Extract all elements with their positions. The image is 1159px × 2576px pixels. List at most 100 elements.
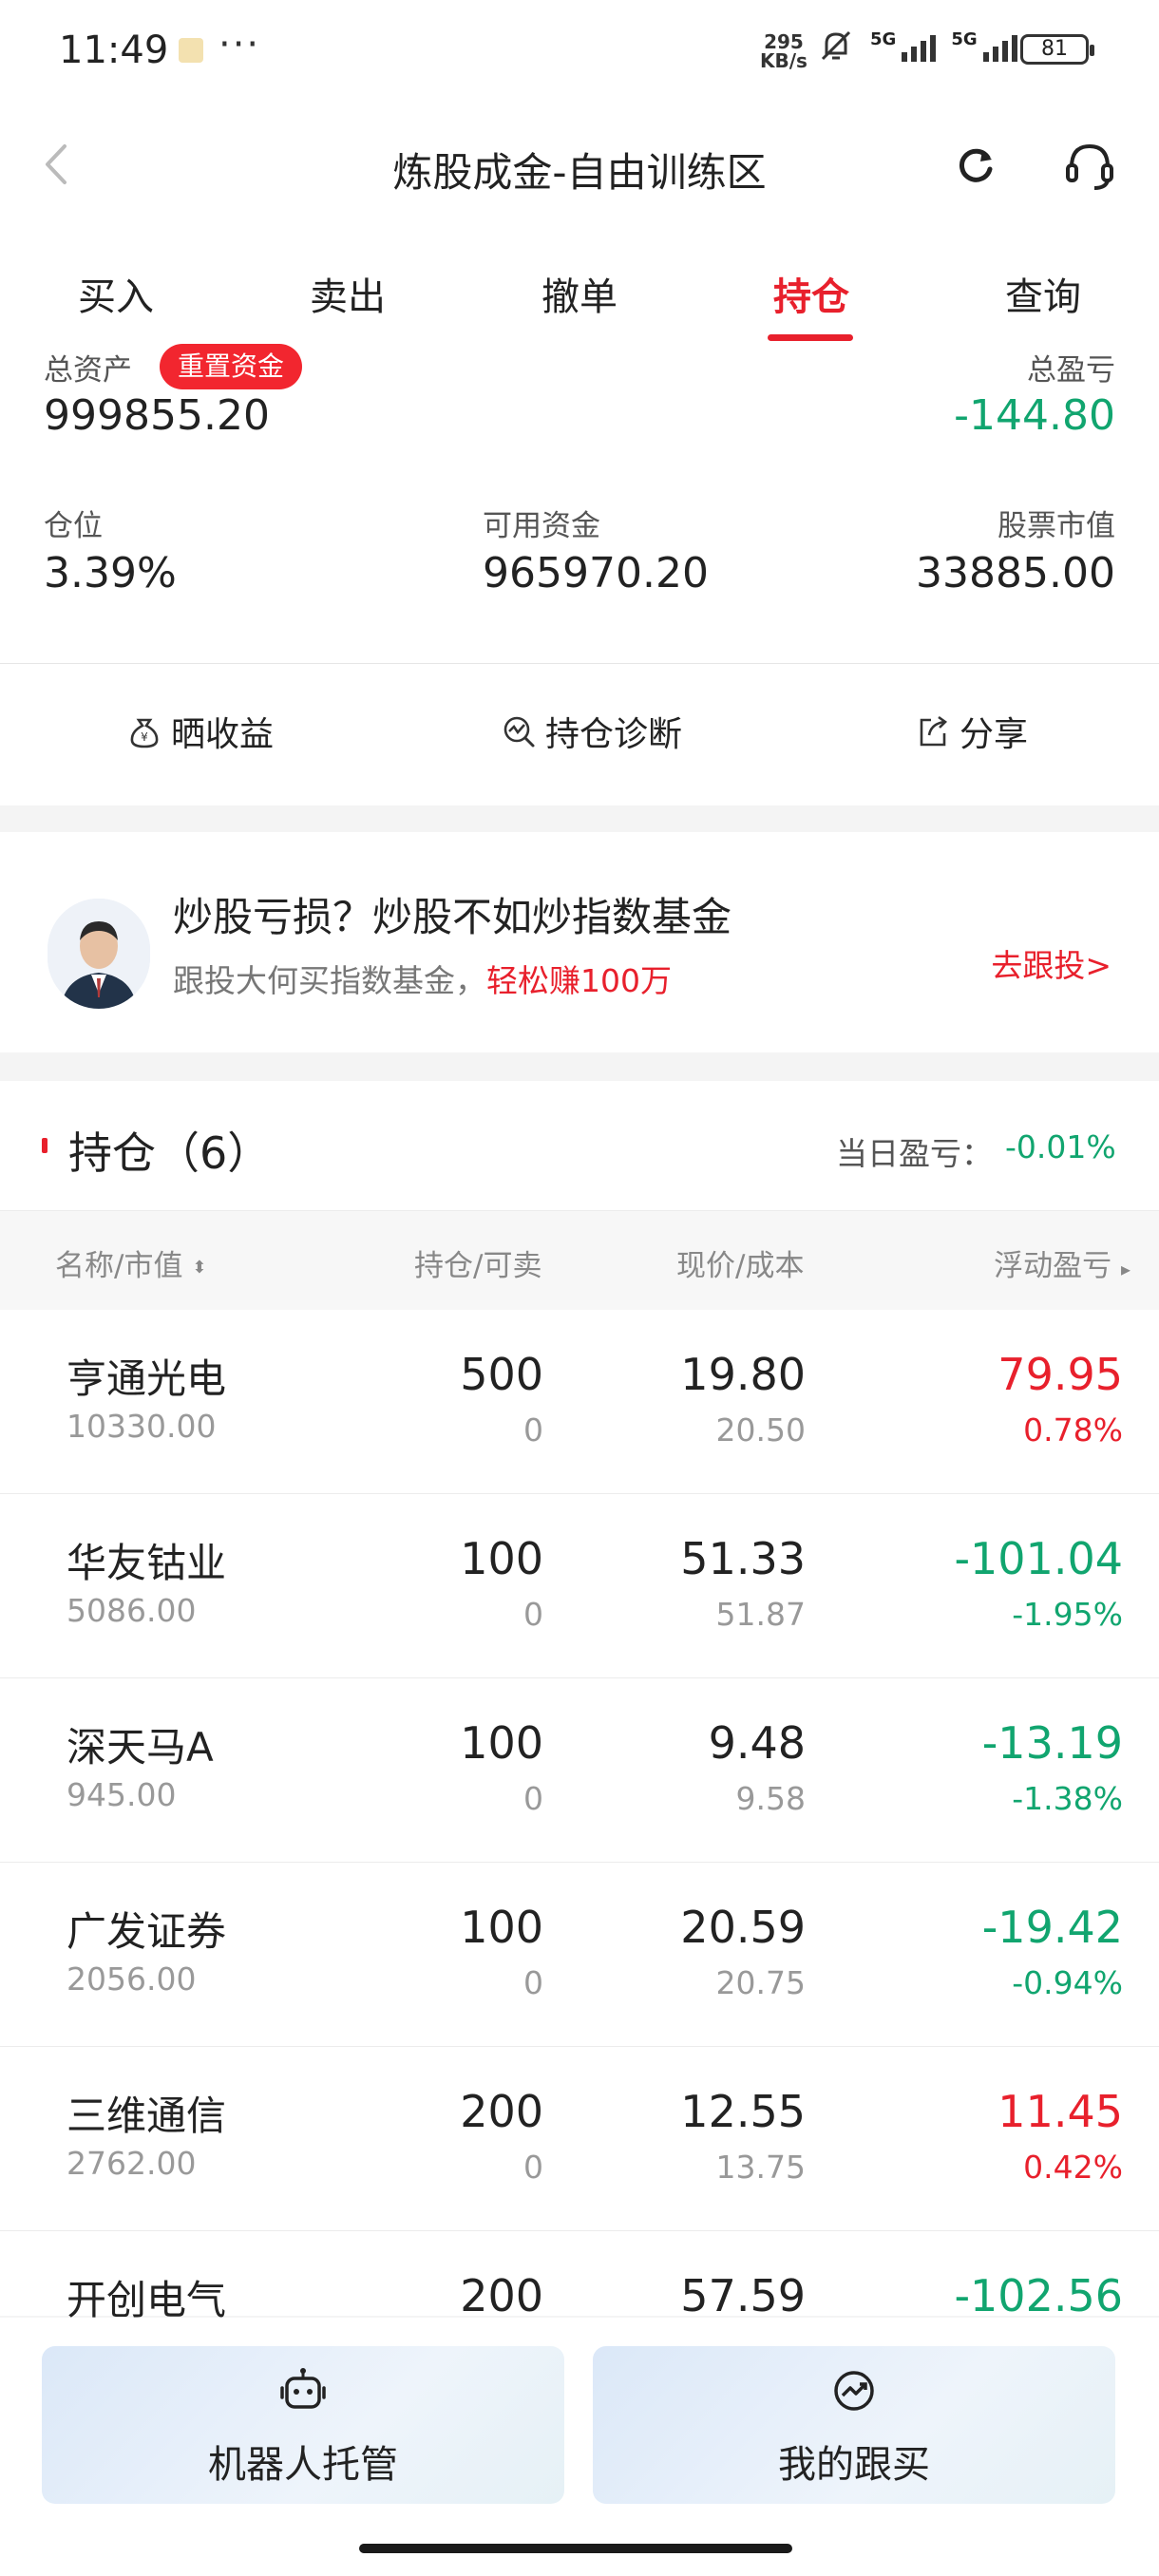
notification-icon <box>179 38 203 63</box>
banner-title: 炒股亏损？炒股不如炒指数基金 <box>173 894 732 940</box>
stock-floating-pl: -13.19 <box>981 1717 1123 1769</box>
position-label: 仓位 <box>44 509 103 543</box>
tab-query[interactable]: 查询 <box>948 266 1138 321</box>
table-header: 名称/市值 ⬍ 持仓/可卖 现价/成本 浮动盈亏 ▸ <box>0 1210 1159 1310</box>
divider <box>0 663 1159 664</box>
share-label: 分享 <box>960 715 1029 754</box>
total-pl-label: 总盈亏 <box>1027 353 1115 388</box>
status-time: 11:49 <box>59 28 169 72</box>
share-button[interactable]: 分享 <box>914 703 1028 760</box>
stock-floating-pl: -101.04 <box>954 1533 1123 1584</box>
stock-quantity: 100 <box>460 1717 543 1769</box>
stock-available: 0 <box>523 1411 543 1449</box>
stock-pl-percent: -1.38% <box>1012 1780 1123 1817</box>
tab-cancel[interactable]: 撤单 <box>484 266 674 321</box>
table-row[interactable]: 广发证券 2056.00 100 0 20.59 20.75 -19.42 -0.94% <box>0 1862 1159 2047</box>
stock-pl-percent: 0.42% <box>1023 2149 1123 2186</box>
holdings-title: 持仓（6） <box>68 1127 272 1179</box>
banner-subtitle: 跟投大何买指数基金，轻松赚100万 <box>173 956 672 1001</box>
position-value: 3.39% <box>44 549 177 597</box>
money-bag-icon: ¥ <box>130 718 159 748</box>
stock-pl-percent: 0.78% <box>1023 1411 1123 1449</box>
market-value-value: 33885.00 <box>916 549 1115 597</box>
stock-price: 57.59 <box>680 2270 806 2321</box>
tab-sell[interactable]: 卖出 <box>253 266 443 321</box>
show-profit-label: 晒收益 <box>171 715 275 754</box>
robot-custody-button[interactable]: 机器人托管 <box>42 2346 564 2504</box>
battery-icon: 81 <box>1020 34 1094 65</box>
stock-available: 0 <box>523 1596 543 1633</box>
table-row[interactable]: 深天马A 945.00 100 0 9.48 9.58 -13.19 -1.38% <box>0 1677 1159 1863</box>
diagnose-icon <box>504 716 535 748</box>
stock-quantity: 100 <box>460 1902 543 1953</box>
chevron-right-icon: ▸ <box>1120 1258 1130 1280</box>
stock-available: 0 <box>523 2149 543 2186</box>
section-marker <box>42 1138 48 1153</box>
tab-active-indicator <box>768 334 853 341</box>
share-icon <box>920 715 948 747</box>
home-indicator[interactable] <box>359 2544 792 2553</box>
stock-name: 华友钴业 <box>66 1540 227 1586</box>
tab-buy[interactable]: 买入 <box>21 266 211 321</box>
customer-service-icon[interactable] <box>1062 139 1117 194</box>
stock-market-value: 10330.00 <box>66 1408 217 1445</box>
stock-cost: 20.75 <box>715 1964 806 2001</box>
robot-icon <box>280 2368 326 2409</box>
promo-banner[interactable]: 炒股亏损？炒股不如炒指数基金 跟投大何买指数基金，轻松赚100万 去跟投> <box>0 832 1159 1052</box>
daily-pl-value: -0.01% <box>1005 1128 1116 1165</box>
total-assets-value: 999855.20 <box>44 391 270 440</box>
holdings-section: 持仓（6） 当日盈亏： -0.01% 名称/市值 ⬍ 持仓/可卖 现价/成本 浮… <box>0 1081 1159 2415</box>
available-funds-label: 可用资金 <box>483 509 600 543</box>
stock-pl-percent: -0.94% <box>1012 1964 1123 2001</box>
stock-floating-pl: 79.95 <box>998 1349 1123 1400</box>
avatar <box>48 899 150 1009</box>
table-row[interactable]: 亨通光电 10330.00 500 0 19.80 20.50 79.95 0.78% <box>0 1309 1159 1494</box>
stock-market-value: 945.00 <box>66 1776 177 1813</box>
table-row[interactable]: 三维通信 2762.00 200 0 12.55 13.75 11.45 0.42% <box>0 2046 1159 2231</box>
signal-5g-icon: 5G <box>870 29 937 62</box>
robot-custody-label: 机器人托管 <box>208 2443 398 2487</box>
available-funds-value: 965970.20 <box>483 549 709 597</box>
stock-cost: 9.58 <box>735 1780 806 1817</box>
stock-name: 深天马A <box>66 1724 214 1771</box>
stock-price: 19.80 <box>680 1349 806 1400</box>
stock-cost: 51.87 <box>715 1596 806 1633</box>
table-row[interactable]: 华友钴业 5086.00 100 0 51.33 51.87 -101.04 -1.95% <box>0 1493 1159 1678</box>
column-pl[interactable]: 浮动盈亏 ▸ <box>994 1241 1130 1284</box>
column-name-sort[interactable]: 名称/市值 ⬍ <box>55 1241 206 1284</box>
stock-quantity: 500 <box>460 1349 543 1400</box>
stock-name: 广发证券 <box>66 1908 227 1955</box>
stock-quantity: 200 <box>460 2270 543 2321</box>
stock-quantity: 200 <box>460 2086 543 2137</box>
sort-icon: ⬍ <box>192 1258 207 1278</box>
stock-market-value: 2762.00 <box>66 2145 197 2182</box>
banner-highlight: 轻松赚100万 <box>486 962 672 999</box>
stock-price: 12.55 <box>680 2086 806 2137</box>
svg-text:¥: ¥ <box>141 730 148 744</box>
market-value-label: 股票市值 <box>998 509 1115 543</box>
signal-5g-icon-2: 5G <box>951 29 1017 62</box>
stock-name: 三维通信 <box>66 2093 227 2139</box>
follow-invest-link[interactable]: 去跟投> <box>991 940 1112 986</box>
stock-floating-pl: -19.42 <box>981 1902 1123 1953</box>
stock-price: 20.59 <box>680 1902 806 1953</box>
refresh-icon[interactable] <box>954 144 998 188</box>
stock-name: 亨通光电 <box>66 1355 227 1402</box>
stock-available: 0 <box>523 1780 543 1817</box>
my-follow-button[interactable]: 我的跟买 <box>593 2346 1115 2504</box>
diagnose-label: 持仓诊断 <box>545 715 683 754</box>
stock-market-value: 2056.00 <box>66 1960 197 1998</box>
stock-quantity: 100 <box>460 1533 543 1584</box>
stock-cost: 20.50 <box>715 1411 806 1449</box>
reset-funds-button[interactable]: 重置资金 <box>160 344 302 389</box>
stock-floating-pl: 11.45 <box>998 2086 1123 2137</box>
column-qty: 持仓/可卖 <box>414 1249 542 1283</box>
tab-bar: 买入 卖出 撤单 持仓 查询 <box>0 226 1159 350</box>
header: 炼股成金-自由训练区 <box>0 106 1159 226</box>
stock-price: 51.33 <box>680 1533 806 1584</box>
diagnose-button[interactable]: 持仓诊断 <box>500 703 682 760</box>
network-speed-value: 295 <box>764 30 804 53</box>
tab-holdings[interactable]: 持仓 <box>716 266 906 321</box>
show-profit-button[interactable]: ¥ 晒收益 <box>125 703 274 760</box>
asset-summary: 总资产 重置资金 999855.20 总盈亏 -144.80 仓位 3.39% … <box>0 344 1159 805</box>
